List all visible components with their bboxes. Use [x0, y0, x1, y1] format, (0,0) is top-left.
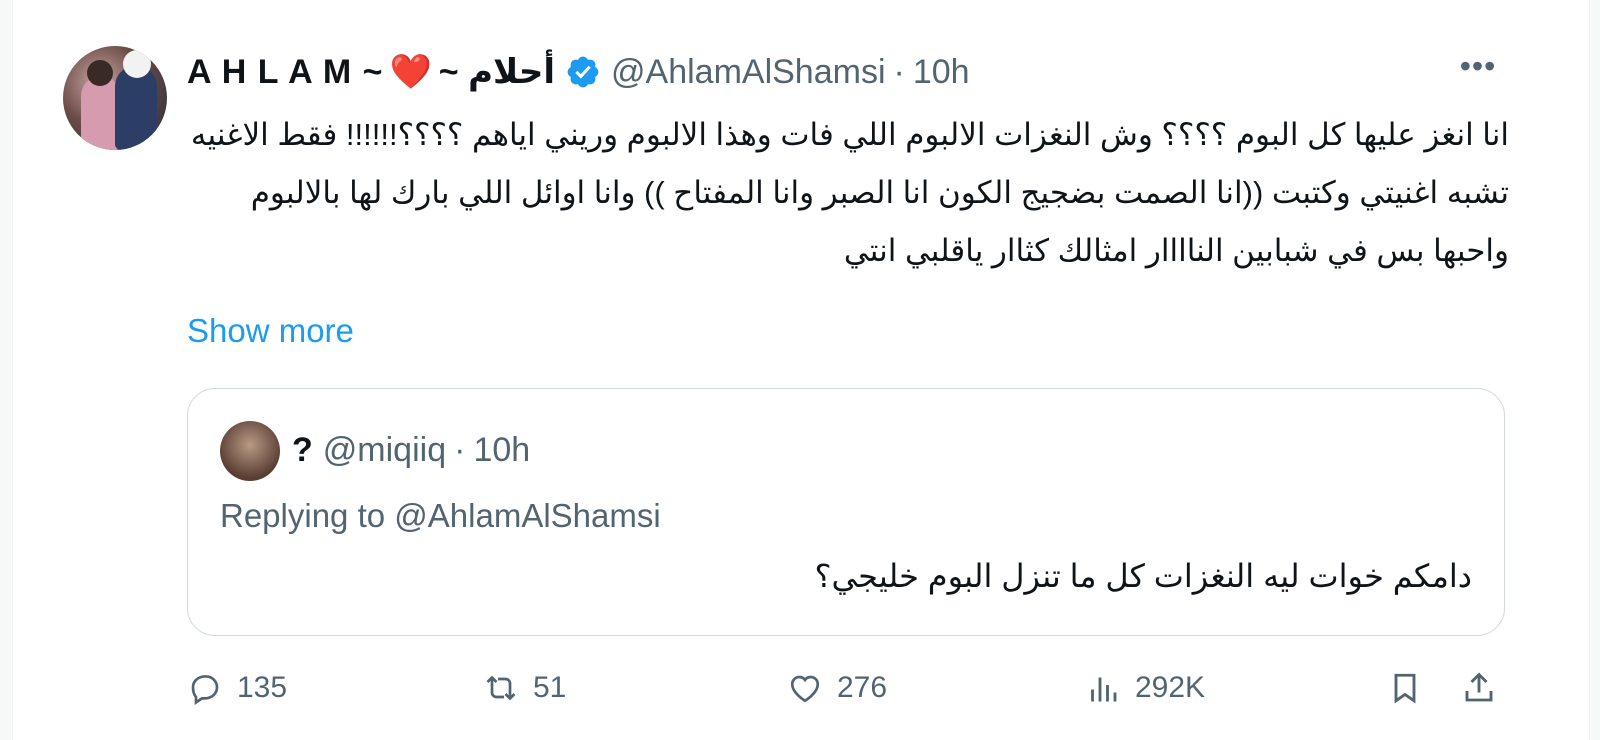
- tweet-card[interactable]: A H L A M ~ ❤️ ~ أحلام @AhlamAlShamsi · …: [12, 0, 1590, 740]
- quoted-tweet-time[interactable]: 10h: [473, 431, 530, 470]
- like-button[interactable]: 276: [787, 670, 887, 706]
- tweet-actions: 135 51 276 292K: [175, 670, 1515, 720]
- quoted-tweet-text: دامكم خوات ليه النغزات كل ما تنزل البوم …: [814, 558, 1472, 594]
- tweet-header: A H L A M ~ ❤️ ~ أحلام @AhlamAlShamsi · …: [187, 50, 970, 94]
- quoted-tweet-header: ? @miqiiq · 10h: [292, 431, 530, 470]
- replying-to-label: Replying to @AhlamAlShamsi: [220, 497, 661, 534]
- share-button[interactable]: [1461, 670, 1511, 706]
- quoted-author-avatar[interactable]: [220, 421, 280, 481]
- author-handle[interactable]: @AhlamAlShamsi: [611, 53, 886, 92]
- quoted-author-name[interactable]: ?: [292, 431, 313, 470]
- tweet-time[interactable]: 10h: [913, 53, 970, 92]
- share-icon: [1465, 672, 1493, 702]
- bookmark-button[interactable]: [1387, 670, 1437, 706]
- verified-badge-icon: [565, 54, 601, 90]
- tweet-text: انا انغز عليها كل البوم ؟؟؟؟ وش النغزات …: [190, 117, 1509, 268]
- separator-dot: ·: [454, 431, 466, 469]
- show-more-link[interactable]: Show more: [187, 312, 354, 350]
- views-count: 292K: [1135, 671, 1206, 704]
- retweet-icon: [486, 675, 516, 701]
- retweet-button[interactable]: 51: [483, 670, 566, 706]
- reply-icon: [191, 675, 219, 705]
- quoted-tweet[interactable]: ? @miqiiq · 10h Replying to @AhlamAlSham…: [187, 388, 1505, 636]
- replying-to-handle[interactable]: @AhlamAlShamsi: [394, 497, 660, 534]
- quoted-author-handle[interactable]: @miqiiq: [323, 431, 446, 470]
- views-button[interactable]: 292K: [1085, 670, 1205, 706]
- author-name[interactable]: A H L A M ~ ❤️ ~ أحلام: [187, 52, 555, 92]
- separator-dot: ·: [893, 52, 905, 91]
- bookmark-icon: [1394, 673, 1416, 704]
- like-count: 276: [837, 671, 888, 704]
- retweet-count: 51: [533, 671, 567, 704]
- views-icon: [1091, 677, 1117, 702]
- heart-icon: [790, 675, 820, 703]
- more-options-icon[interactable]: •••: [1453, 50, 1503, 88]
- heart-emoji: ❤️: [389, 53, 433, 91]
- reply-count: 135: [237, 671, 288, 704]
- reply-button[interactable]: 135: [187, 670, 287, 706]
- author-avatar[interactable]: [63, 46, 167, 150]
